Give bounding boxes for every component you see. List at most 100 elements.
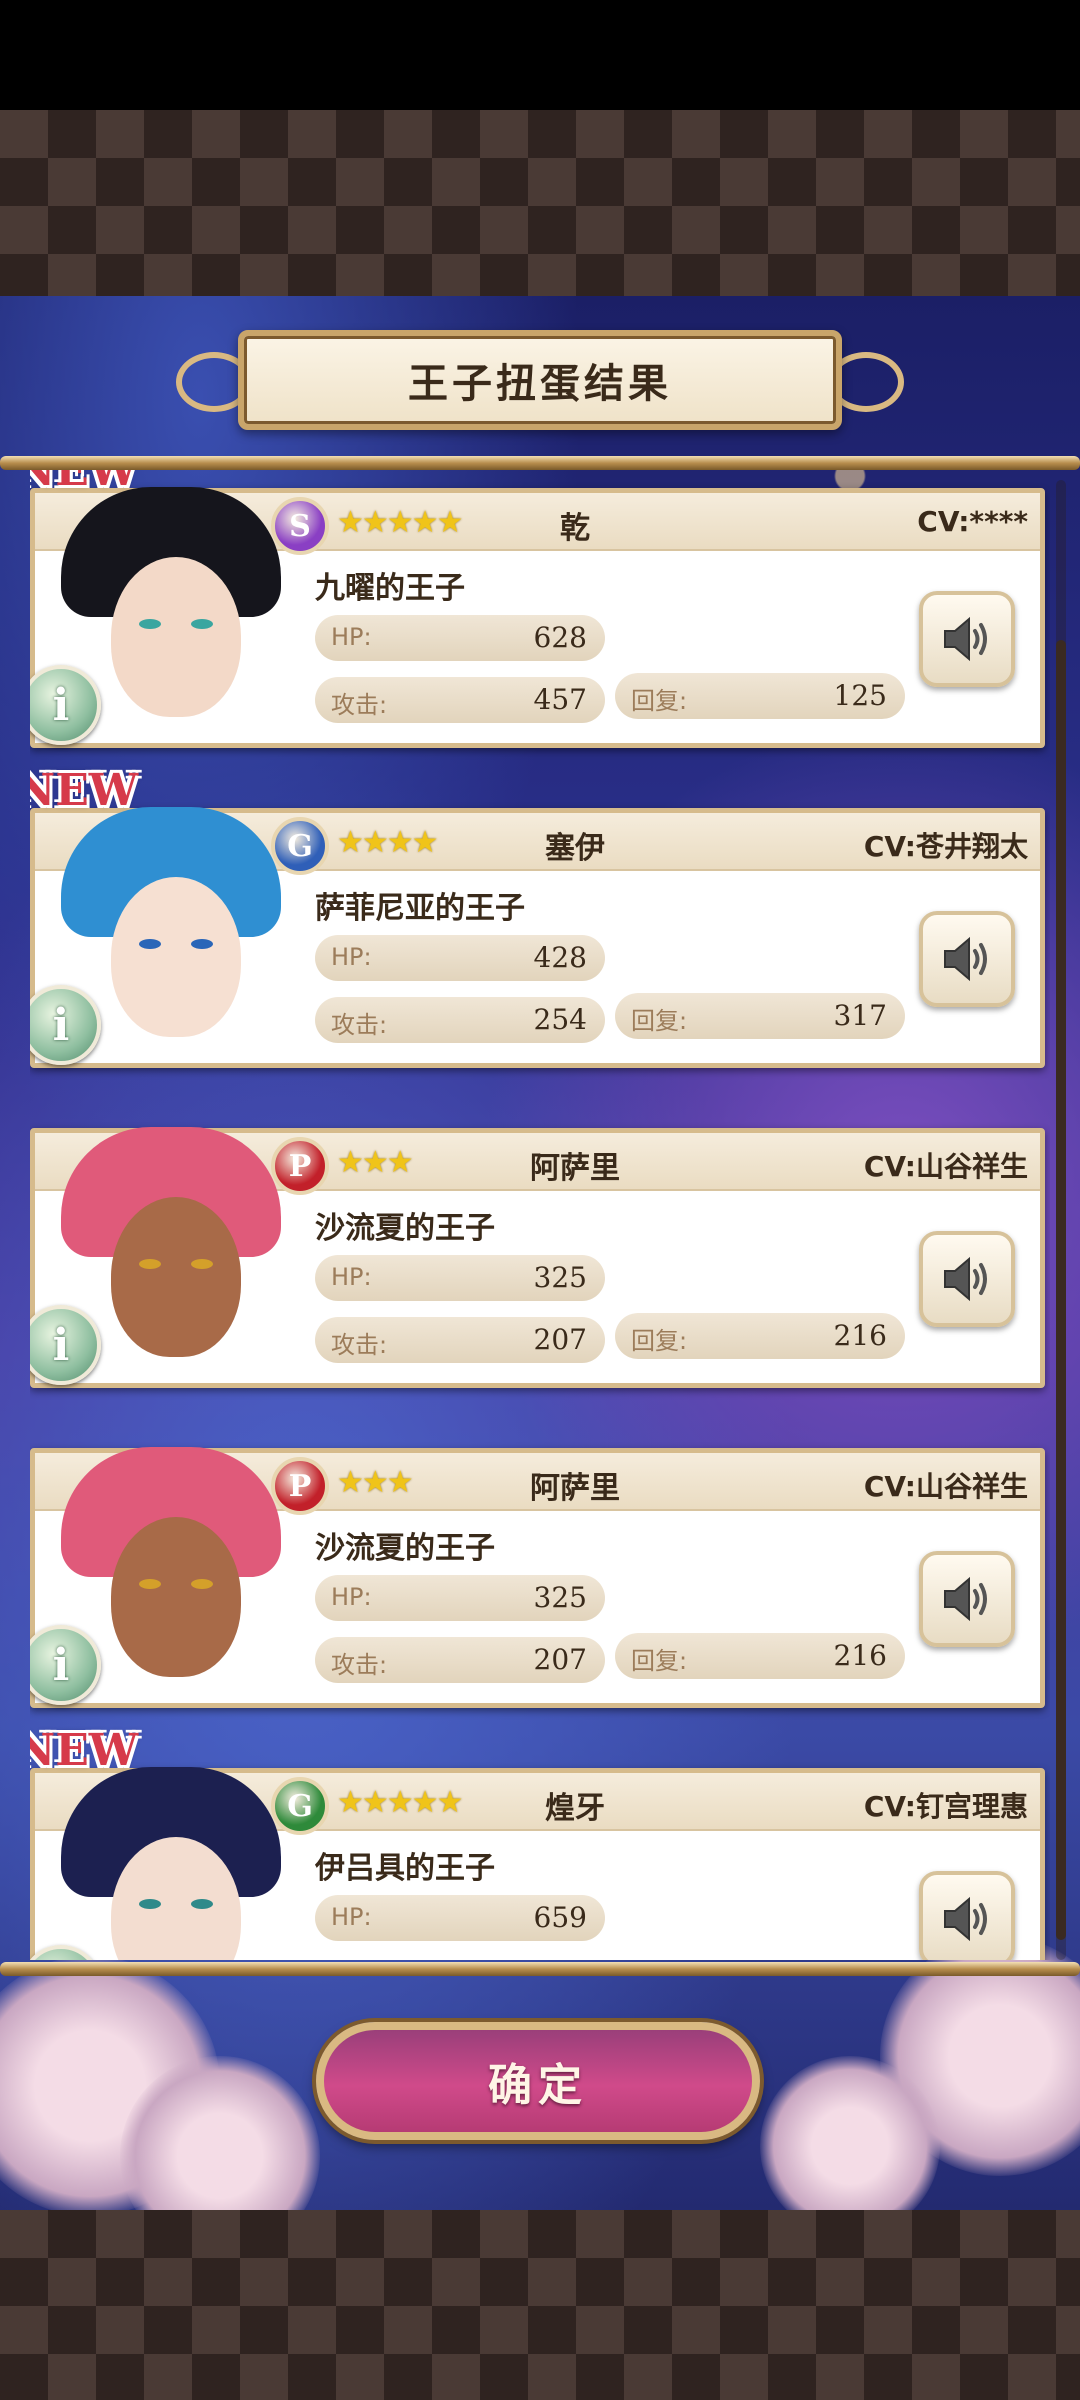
recovery-value: 216 — [833, 1319, 887, 1352]
hp-value: 325 — [533, 1261, 587, 1294]
prince-card-4: P ★★★ 阿萨里 CV:山谷祥生 沙流夏的王子 HP: 325 攻击: 207… — [30, 1447, 1045, 1708]
new-badge: NEW — [30, 765, 139, 816]
prince-card-2: G ★★★★ 塞伊 CV:苍井翔太 萨菲尼亚的王子 HP: 428 攻击: 25… — [30, 765, 1045, 1068]
status-bar — [0, 0, 1080, 110]
portrait-eye — [139, 619, 161, 629]
portrait-eye — [191, 1579, 213, 1589]
rarity-badge: P — [271, 1457, 329, 1515]
scrollbar-thumb[interactable] — [1056, 640, 1066, 1940]
attack-stat: 攻击: 207 — [315, 1637, 605, 1683]
speaker-icon — [944, 1256, 987, 1302]
attack-label: 攻击: — [331, 691, 388, 719]
diamond-pattern-top — [0, 110, 1080, 296]
result-list[interactable]: S ★★★★★ 乾 CV:**** 九曜的王子 HP: 628 攻击: 457 … — [30, 470, 1050, 1960]
hp-label: HP: — [331, 1903, 372, 1931]
prince-card-3: P ★★★ 阿萨里 CV:山谷祥生 沙流夏的王子 HP: 325 攻击: 207… — [30, 1127, 1045, 1388]
voice-actor: CV:山谷祥生 — [863, 1470, 1028, 1503]
prince-title: 伊吕具的王子 — [315, 1851, 495, 1886]
hp-value: 325 — [533, 1581, 587, 1614]
hp-stat: HP: 628 — [315, 615, 605, 661]
recovery-label: 回复: — [631, 1647, 688, 1675]
speaker-icon — [944, 1576, 987, 1622]
hp-label: HP: — [331, 943, 372, 971]
attack-stat: 攻击: 254 — [315, 997, 605, 1043]
attack-label: 攻击: — [331, 1651, 388, 1679]
rarity-stars: ★★★ — [337, 1145, 414, 1180]
prince-name: 乾 — [560, 511, 590, 546]
attack-value: 207 — [533, 1643, 587, 1676]
attack-label: 攻击: — [331, 1011, 388, 1039]
portrait-eye — [139, 1899, 161, 1909]
voice-play-button[interactable] — [919, 1871, 1015, 1960]
recovery-value: 125 — [833, 679, 887, 712]
list-scrollbar[interactable] — [1056, 480, 1066, 1960]
speaker-icon — [944, 936, 987, 982]
hp-value: 628 — [533, 621, 587, 654]
new-badge: NEW — [30, 470, 139, 496]
attack-value: 457 — [533, 683, 587, 716]
attack-label: 攻击: — [331, 1331, 388, 1359]
hp-value: 428 — [533, 941, 587, 974]
confirm-button[interactable]: 确定 — [316, 2022, 760, 2140]
prince-card-5: G ★★★★★ 煌牙 CV:钉宫理惠 伊吕具的王子 HP: 659 i NEW — [30, 1725, 1045, 1961]
voice-actor: CV:钉宫理惠 — [863, 1790, 1028, 1823]
prince-name: 煌牙 — [545, 1791, 605, 1826]
info-icon: i — [52, 679, 70, 731]
recovery-label: 回复: — [631, 1327, 688, 1355]
portrait-face — [111, 557, 241, 717]
confirm-button-label: 确定 — [488, 2060, 588, 2111]
hp-stat: HP: 325 — [315, 1255, 605, 1301]
speaker-icon — [944, 1896, 987, 1942]
recovery-value: 216 — [833, 1639, 887, 1672]
recovery-label: 回复: — [631, 687, 688, 715]
recovery-stat: 回复: 125 — [615, 673, 905, 719]
diamond-pattern-bottom — [0, 2210, 1080, 2400]
recovery-stat: 回复: 317 — [615, 993, 905, 1039]
voice-play-button[interactable] — [919, 1551, 1015, 1647]
voice-play-button[interactable] — [919, 1231, 1015, 1327]
info-icon: i — [53, 1960, 70, 1961]
rarity-stars: ★★★ — [337, 1465, 414, 1500]
rarity-badge: G — [271, 1777, 329, 1835]
attack-stat: 攻击: 207 — [315, 1317, 605, 1363]
page-title: 王子扭蛋结果 — [408, 361, 672, 407]
portrait-face — [111, 877, 241, 1037]
portrait-eye — [191, 1899, 213, 1909]
portrait-eye — [139, 1259, 161, 1269]
voice-actor: CV:**** — [917, 505, 1028, 538]
portrait-eye — [191, 939, 213, 949]
prince-card-1: S ★★★★★ 乾 CV:**** 九曜的王子 HP: 628 攻击: 457 … — [30, 470, 1045, 748]
list-top-rod — [0, 456, 1080, 470]
rarity-badge: S — [271, 497, 329, 555]
list-bottom-rod — [0, 1962, 1080, 1976]
portrait-eye — [139, 1579, 161, 1589]
new-badge: NEW — [30, 1725, 139, 1776]
hp-label: HP: — [331, 1583, 372, 1611]
portrait-face — [111, 1517, 241, 1677]
voice-play-button[interactable] — [919, 591, 1015, 687]
prince-title: 沙流夏的王子 — [315, 1531, 495, 1566]
portrait-face — [111, 1197, 241, 1357]
rarity-badge: G — [271, 817, 329, 875]
prince-title: 九曜的王子 — [315, 571, 465, 606]
prince-name: 阿萨里 — [530, 1471, 620, 1506]
recovery-value: 317 — [833, 999, 887, 1032]
hp-stat: HP: 325 — [315, 1575, 605, 1621]
voice-play-button[interactable] — [919, 911, 1015, 1007]
rarity-badge: P — [271, 1137, 329, 1195]
hp-label: HP: — [331, 1263, 372, 1291]
hp-label: HP: — [331, 623, 372, 651]
portrait-eye — [139, 939, 161, 949]
info-icon: i — [52, 1319, 70, 1371]
hp-stat: HP: 659 — [315, 1895, 605, 1941]
rarity-stars: ★★★★ — [337, 825, 439, 860]
attack-stat: 攻击: 457 — [315, 677, 605, 723]
hp-value: 659 — [533, 1901, 587, 1934]
hp-stat: HP: 428 — [315, 935, 605, 981]
rarity-stars: ★★★★★ — [337, 505, 463, 540]
attack-value: 254 — [533, 1003, 587, 1036]
recovery-stat: 回复: 216 — [615, 1313, 905, 1359]
prince-name: 塞伊 — [545, 831, 605, 866]
info-icon: i — [52, 999, 70, 1051]
portrait-eye — [191, 1259, 213, 1269]
